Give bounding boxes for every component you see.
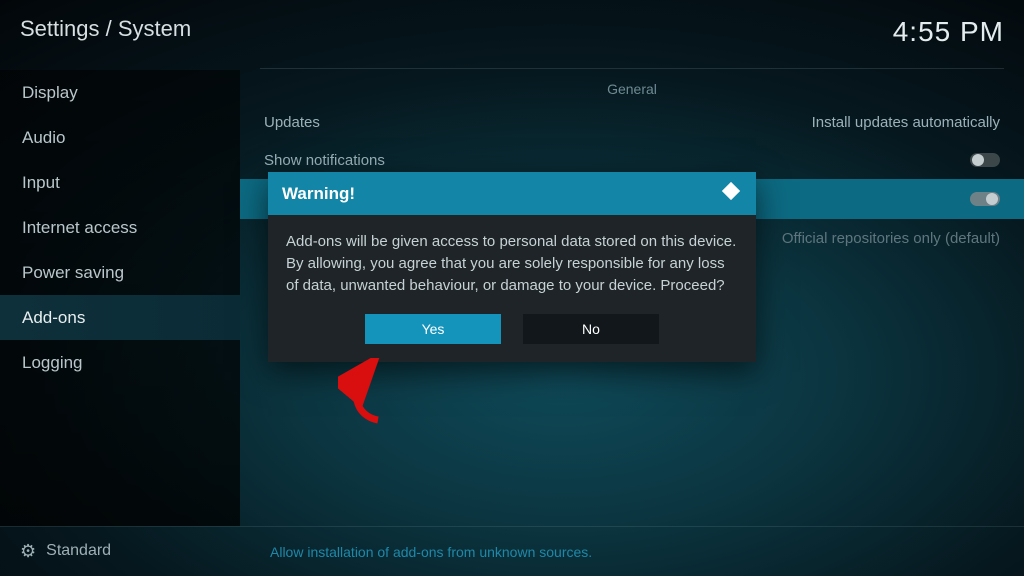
header: Settings / System 4:55 PM [20,16,1004,48]
sidebar-item-audio[interactable]: Audio [0,115,240,160]
yes-button[interactable]: Yes [365,314,501,344]
section-title: General [260,81,1004,97]
clock: 4:55 PM [893,16,1004,48]
row-updates[interactable]: Updates Install updates automatically [260,103,1004,141]
kodi-logo-icon [720,180,742,207]
sidebar-item-logging[interactable]: Logging [0,340,240,385]
dialog-body: Add-ons will be given access to personal… [268,215,756,306]
row-updates-label: Updates [264,114,320,131]
sidebar-item-internet-access[interactable]: Internet access [0,205,240,250]
warning-dialog: Warning! Add-ons will be given access to… [268,172,756,362]
dialog-title: Warning! [282,184,355,204]
dialog-buttons: Yes No [268,306,756,362]
setting-hint: Allow installation of add-ons from unkno… [240,526,1024,576]
breadcrumb: Settings / System [20,16,191,42]
gear-icon: ⚙ [20,541,36,562]
footer: ⚙ Standard Allow installation of add-ons… [0,526,1024,576]
sidebar-item-display[interactable]: Display [0,70,240,115]
settings-level-label: Standard [46,542,111,560]
sidebar-item-input[interactable]: Input [0,160,240,205]
sidebar-item-add-ons[interactable]: Add-ons [0,295,240,340]
no-button[interactable]: No [523,314,659,344]
row-update-repos-value: Official repositories only (default) [782,230,1000,247]
toggle-unknown-sources[interactable] [970,192,1000,206]
settings-level[interactable]: ⚙ Standard [0,541,240,562]
row-show-notifications-label: Show notifications [264,152,385,169]
toggle-show-notifications[interactable] [970,153,1000,167]
dialog-titlebar: Warning! [268,172,756,215]
row-updates-value: Install updates automatically [812,114,1000,131]
sidebar-item-power-saving[interactable]: Power saving [0,250,240,295]
settings-sidebar: Display Audio Input Internet access Powe… [0,70,240,526]
